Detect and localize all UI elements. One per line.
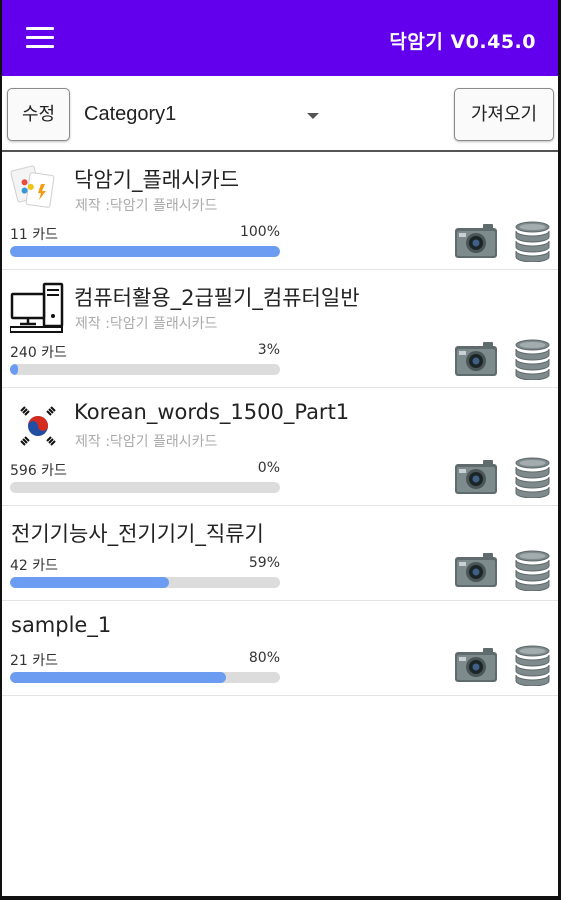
category-dropdown[interactable]: Category1: [84, 98, 324, 132]
deck-item[interactable]: 닥암기_플래시카드 제작 :닥암기 플래시카드 11 카드 100%: [2, 152, 558, 270]
card-count: 11 카드: [10, 227, 59, 243]
card-count: 21 카드: [10, 653, 59, 669]
database-icon[interactable]: [514, 644, 551, 687]
import-button[interactable]: 가져오기: [454, 88, 554, 141]
database-icon[interactable]: [514, 549, 551, 592]
category-selected-value: Category1: [84, 103, 177, 125]
edit-button[interactable]: 수정: [7, 88, 70, 141]
card-count: 240 카드: [10, 345, 67, 361]
camera-icon[interactable]: [453, 340, 499, 378]
progress-percent: 0%: [257, 460, 280, 476]
deck-list: 닥암기_플래시카드 제작 :닥암기 플래시카드 11 카드 100% 컴퓨터활용…: [2, 152, 558, 696]
deck-title: Korean_words_1500_Part1: [74, 400, 350, 424]
deck-title: 전기기능사_전기기기_직류기: [11, 522, 264, 546]
deck-item[interactable]: sample_1 21 카드 80%: [2, 601, 558, 696]
progress-bar: [10, 672, 280, 683]
progress-bar: [10, 577, 280, 588]
progress-percent: 59%: [248, 555, 280, 571]
deck-item[interactable]: 컴퓨터활용_2급필기_컴퓨터일반 제작 :닥암기 플래시카드 240 카드 3%: [2, 270, 558, 388]
progress-bar: [10, 246, 280, 257]
app-title: 닥암기 V0.45.0: [389, 31, 536, 53]
progress-bar: [10, 482, 280, 493]
deck-maker: 제작 :닥암기 플래시카드: [75, 316, 218, 332]
dropdown-caret-icon: [307, 113, 319, 119]
camera-icon[interactable]: [453, 646, 499, 684]
deck-item[interactable]: Korean_words_1500_Part1 제작 :닥암기 플래시카드 59…: [2, 388, 558, 506]
hamburger-menu-icon[interactable]: [26, 27, 54, 49]
camera-icon[interactable]: [453, 458, 499, 496]
app-screen: 닥암기 V0.45.0 수정 Category1 가져오기 닥암기_플래시카드: [0, 0, 561, 900]
deck-item[interactable]: 전기기능사_전기기기_직류기 42 카드 59%: [2, 506, 558, 601]
progress-percent: 3%: [257, 342, 280, 358]
deck-maker: 제작 :닥암기 플래시카드: [75, 198, 218, 214]
deck-title: 컴퓨터활용_2급필기_컴퓨터일반: [74, 286, 360, 310]
progress-bar: [10, 364, 280, 375]
progress-percent: 80%: [248, 650, 280, 666]
database-icon[interactable]: [514, 220, 551, 263]
database-icon[interactable]: [514, 338, 551, 381]
database-icon[interactable]: [514, 456, 551, 499]
deck-maker: 제작 :닥암기 플래시카드: [75, 434, 218, 450]
korea-flag-icon: [10, 398, 66, 454]
camera-icon[interactable]: [453, 551, 499, 589]
camera-icon[interactable]: [453, 222, 499, 260]
card-count: 42 카드: [10, 558, 59, 574]
deck-title: sample_1: [11, 613, 112, 637]
deck-title: 닥암기_플래시카드: [74, 168, 240, 192]
card-count: 596 카드: [10, 463, 67, 479]
computer-icon: [9, 280, 66, 336]
app-bar: 닥암기 V0.45.0: [2, 0, 558, 76]
category-toolbar: 수정 Category1 가져오기: [2, 76, 558, 152]
progress-percent: 100%: [239, 224, 280, 240]
flashcards-icon: [10, 162, 66, 218]
